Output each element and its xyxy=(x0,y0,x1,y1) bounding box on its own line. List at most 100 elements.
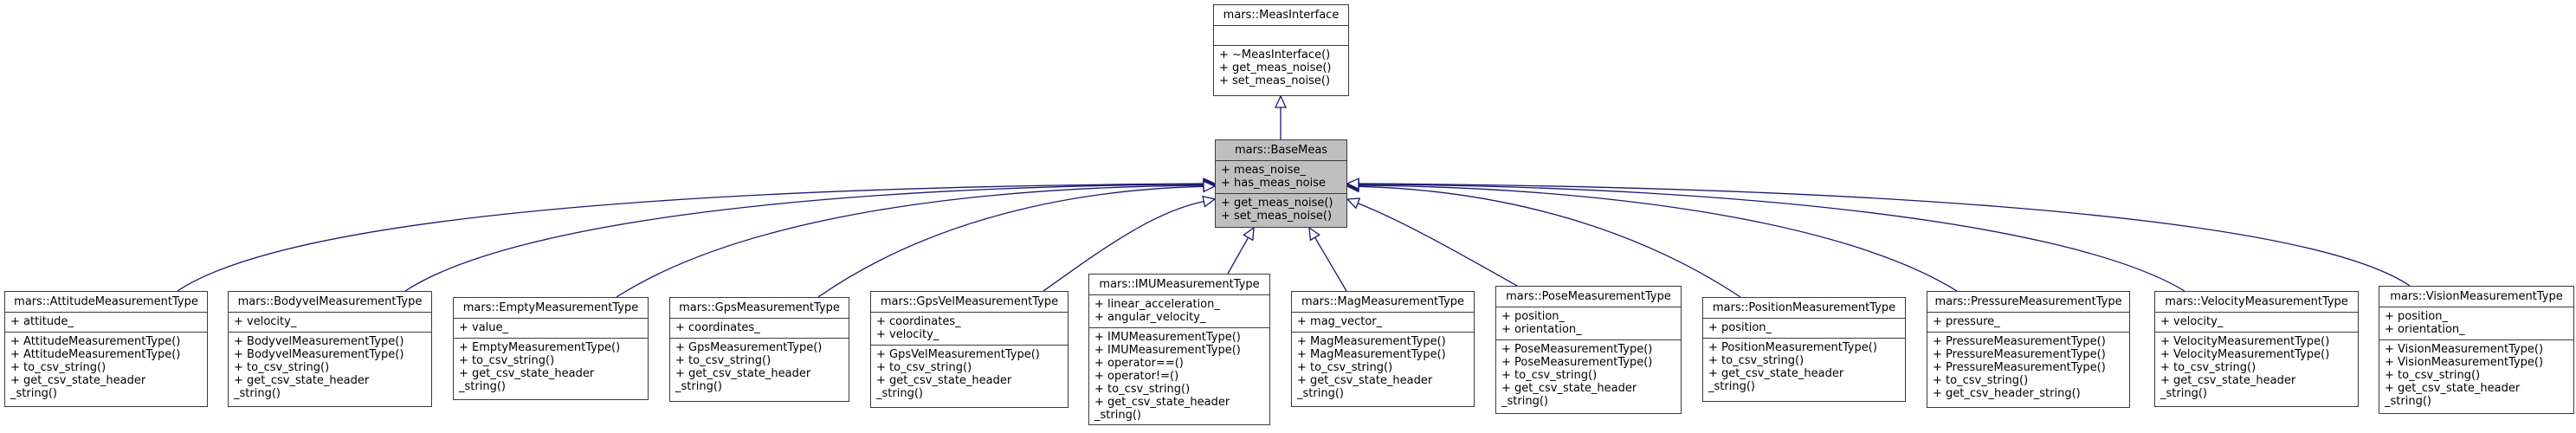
attribute: + coordinates_ xyxy=(675,321,760,334)
operation: + PressureMeasurementType() xyxy=(1933,361,2106,374)
operation: + BodyvelMeasurementType() xyxy=(234,335,404,348)
class-operations: + MagMeasurementType() + MagMeasurementTy… xyxy=(1292,333,1474,404)
operation: + VisionMeasurementType() xyxy=(2385,343,2544,356)
edge-line xyxy=(1358,185,1741,298)
attribute: + pressure_ xyxy=(1933,315,2000,328)
class-operations: + AttitudeMeasurementType() + AttitudeMea… xyxy=(5,333,207,404)
operation: + MagMeasurementType() xyxy=(1297,348,1446,361)
operation: + to_csv_string() xyxy=(1501,369,1598,382)
attribute: + position_ xyxy=(1708,321,1772,334)
attribute: + coordinates_ xyxy=(876,315,961,328)
class-attributes: + velocity_ xyxy=(229,313,431,333)
inheritance-edge-base-meas xyxy=(1274,94,1288,139)
attribute: + linear_acceleration_ xyxy=(1094,298,1220,311)
attribute: + has_meas_noise xyxy=(1221,177,1326,190)
attribute: + position_ xyxy=(1501,310,1566,323)
class-box-position-measurement-type[interactable]: mars::PositionMeasurementType+ position_… xyxy=(1702,297,1906,402)
operation: + get_csv_state_header xyxy=(1708,367,1844,380)
operation: + get_csv_state_header xyxy=(10,374,146,387)
inheritance-edge-mag-measurement-type xyxy=(1308,226,1347,292)
inheritance-edge-pose-measurement-type xyxy=(1346,197,1518,287)
edge-line xyxy=(1357,203,1518,287)
edge-line xyxy=(1358,184,2185,292)
class-box-gpsvel-measurement-type[interactable]: mars::GpsVelMeasurementType+ coordinates… xyxy=(870,291,1068,408)
class-name: mars::VelocityMeasurementType xyxy=(2155,292,2358,313)
class-box-imu-measurement-type[interactable]: mars::IMUMeasurementType+ linear_acceler… xyxy=(1088,274,1270,425)
edge-line xyxy=(1358,183,2411,287)
operation: + get_meas_noise() xyxy=(1219,61,1332,74)
hollow-arrowhead-icon xyxy=(1202,195,1217,208)
operation: _string() xyxy=(459,380,506,393)
edge-line xyxy=(404,184,1204,292)
hollow-arrowhead-icon xyxy=(1346,197,1361,210)
class-attributes: + mag_vector_ xyxy=(1292,313,1474,333)
class-box-meas-interface[interactable]: mars::MeasInterface+ ~MeasInterface() + g… xyxy=(1213,4,1349,96)
operation: + IMUMeasurementType() xyxy=(1094,331,1241,344)
class-operations: + VelocityMeasurementType() + VelocityMea… xyxy=(2155,333,2358,404)
edge-line xyxy=(1358,184,1958,292)
class-attributes xyxy=(1214,26,1348,46)
operation: + get_csv_state_header xyxy=(459,367,595,380)
class-attributes: + position_ + orientation_ xyxy=(1496,307,1681,340)
operation: _string() xyxy=(876,387,923,400)
class-name: mars::BodyvelMeasurementType xyxy=(229,292,431,313)
operation: + get_csv_state_header xyxy=(2160,374,2296,387)
operation: + to_csv_string() xyxy=(876,361,972,374)
operation: + get_csv_state_header xyxy=(1297,374,1433,387)
attribute: + mag_vector_ xyxy=(1297,315,1383,328)
operation: + get_csv_state_header xyxy=(675,367,811,380)
class-box-empty-measurement-type[interactable]: mars::EmptyMeasurementType + value_ + Empt… xyxy=(453,297,649,400)
class-operations: + PositionMeasurementType() + to_csv_stri… xyxy=(1703,339,1905,397)
class-name: mars::PositionMeasurementType xyxy=(1703,298,1905,319)
class-operations: + PressureMeasurementType() + PressureMea… xyxy=(1927,333,2129,404)
operation: + PositionMeasurementType() xyxy=(1708,341,1877,354)
attribute: + meas_noise_ xyxy=(1221,164,1307,177)
class-box-attitude-measurement-type[interactable]: mars::AttitudeMeasurementType+ attitude_… xyxy=(4,291,208,407)
class-name: mars::VisionMeasurementType xyxy=(2379,287,2573,307)
operation: + GpsVelMeasurementType() xyxy=(876,348,1040,361)
class-name: mars::IMUMeasurementType xyxy=(1089,275,1269,295)
class-box-vision-measurement-type[interactable]: mars::VisionMeasurementType + position_ + … xyxy=(2379,286,2574,414)
attribute: + angular_velocity_ xyxy=(1094,311,1206,324)
class-name: mars::EmptyMeasurementType xyxy=(454,298,648,319)
operation: + to_csv_string() xyxy=(675,354,772,367)
operation: + VelocityMeasurementType() xyxy=(2160,335,2330,348)
class-box-mag-measurement-type[interactable]: mars::MagMeasurementType + mag_vector_ + M… xyxy=(1291,291,1475,407)
class-box-base-meas[interactable]: mars::BaseMeas + meas_noise_ + has_meas_no… xyxy=(1215,139,1347,228)
operation: + BodyvelMeasurementType() xyxy=(234,348,404,361)
operation: + MagMeasurementType() xyxy=(1297,335,1446,348)
class-attributes: + velocity_ xyxy=(2155,313,2358,333)
operation: + to_csv_string() xyxy=(1297,361,1393,374)
class-operations: + EmptyMeasurementType() + to_csv_string(… xyxy=(454,339,648,397)
class-attributes: + position_ xyxy=(1703,319,1905,339)
inheritance-edge-velocity-measurement-type xyxy=(1346,178,2185,292)
class-name: mars::GpsVelMeasurementType xyxy=(871,292,1068,313)
operation: + ~MeasInterface() xyxy=(1219,48,1331,61)
operation: + to_csv_string() xyxy=(234,361,330,374)
operation: + operator==() xyxy=(1094,357,1184,370)
class-box-gps-measurement-type[interactable]: mars::GpsMeasurementType+ coordinates_+ … xyxy=(669,297,849,402)
operation: + get_csv_state_header xyxy=(2385,382,2521,395)
class-box-bodyvel-measurement-type[interactable]: mars::BodyvelMeasurementType + velocity_+… xyxy=(228,291,432,407)
operation: _string() xyxy=(2385,395,2431,408)
class-attributes: + meas_noise_ + has_meas_noise xyxy=(1216,161,1346,194)
class-name: mars::GpsMeasurementType xyxy=(670,298,849,319)
attribute: + attitude_ xyxy=(10,315,74,328)
class-box-velocity-measurement-type[interactable]: mars::VelocityMeasurementType+ velocity_… xyxy=(2154,291,2359,407)
operation: + to_csv_string() xyxy=(1708,354,1804,367)
operation: + PoseMeasurementType() xyxy=(1501,343,1653,356)
class-box-pressure-measurement-type[interactable]: mars::PressureMeasurementType + pressure_… xyxy=(1927,291,2130,408)
class-box-pose-measurement-type[interactable]: mars::PoseMeasurementType + position_ + or… xyxy=(1495,286,1682,414)
operation: + set_meas_noise() xyxy=(1219,74,1331,87)
class-name: mars::AttitudeMeasurementType xyxy=(5,292,207,313)
operation: _string() xyxy=(1297,387,1344,400)
attribute: + velocity_ xyxy=(876,328,939,341)
inheritance-edge-position-measurement-type xyxy=(1346,180,1741,298)
class-operations: + ~MeasInterface() + get_meas_noise() + se… xyxy=(1214,46,1348,91)
hollow-arrowhead-icon xyxy=(1308,226,1320,242)
class-name: mars::MeasInterface xyxy=(1214,5,1348,26)
attribute: + velocity_ xyxy=(2160,315,2224,328)
operation: _string() xyxy=(1501,395,1548,408)
operation: _string() xyxy=(1708,380,1755,393)
class-attributes: + value_ xyxy=(454,319,648,339)
